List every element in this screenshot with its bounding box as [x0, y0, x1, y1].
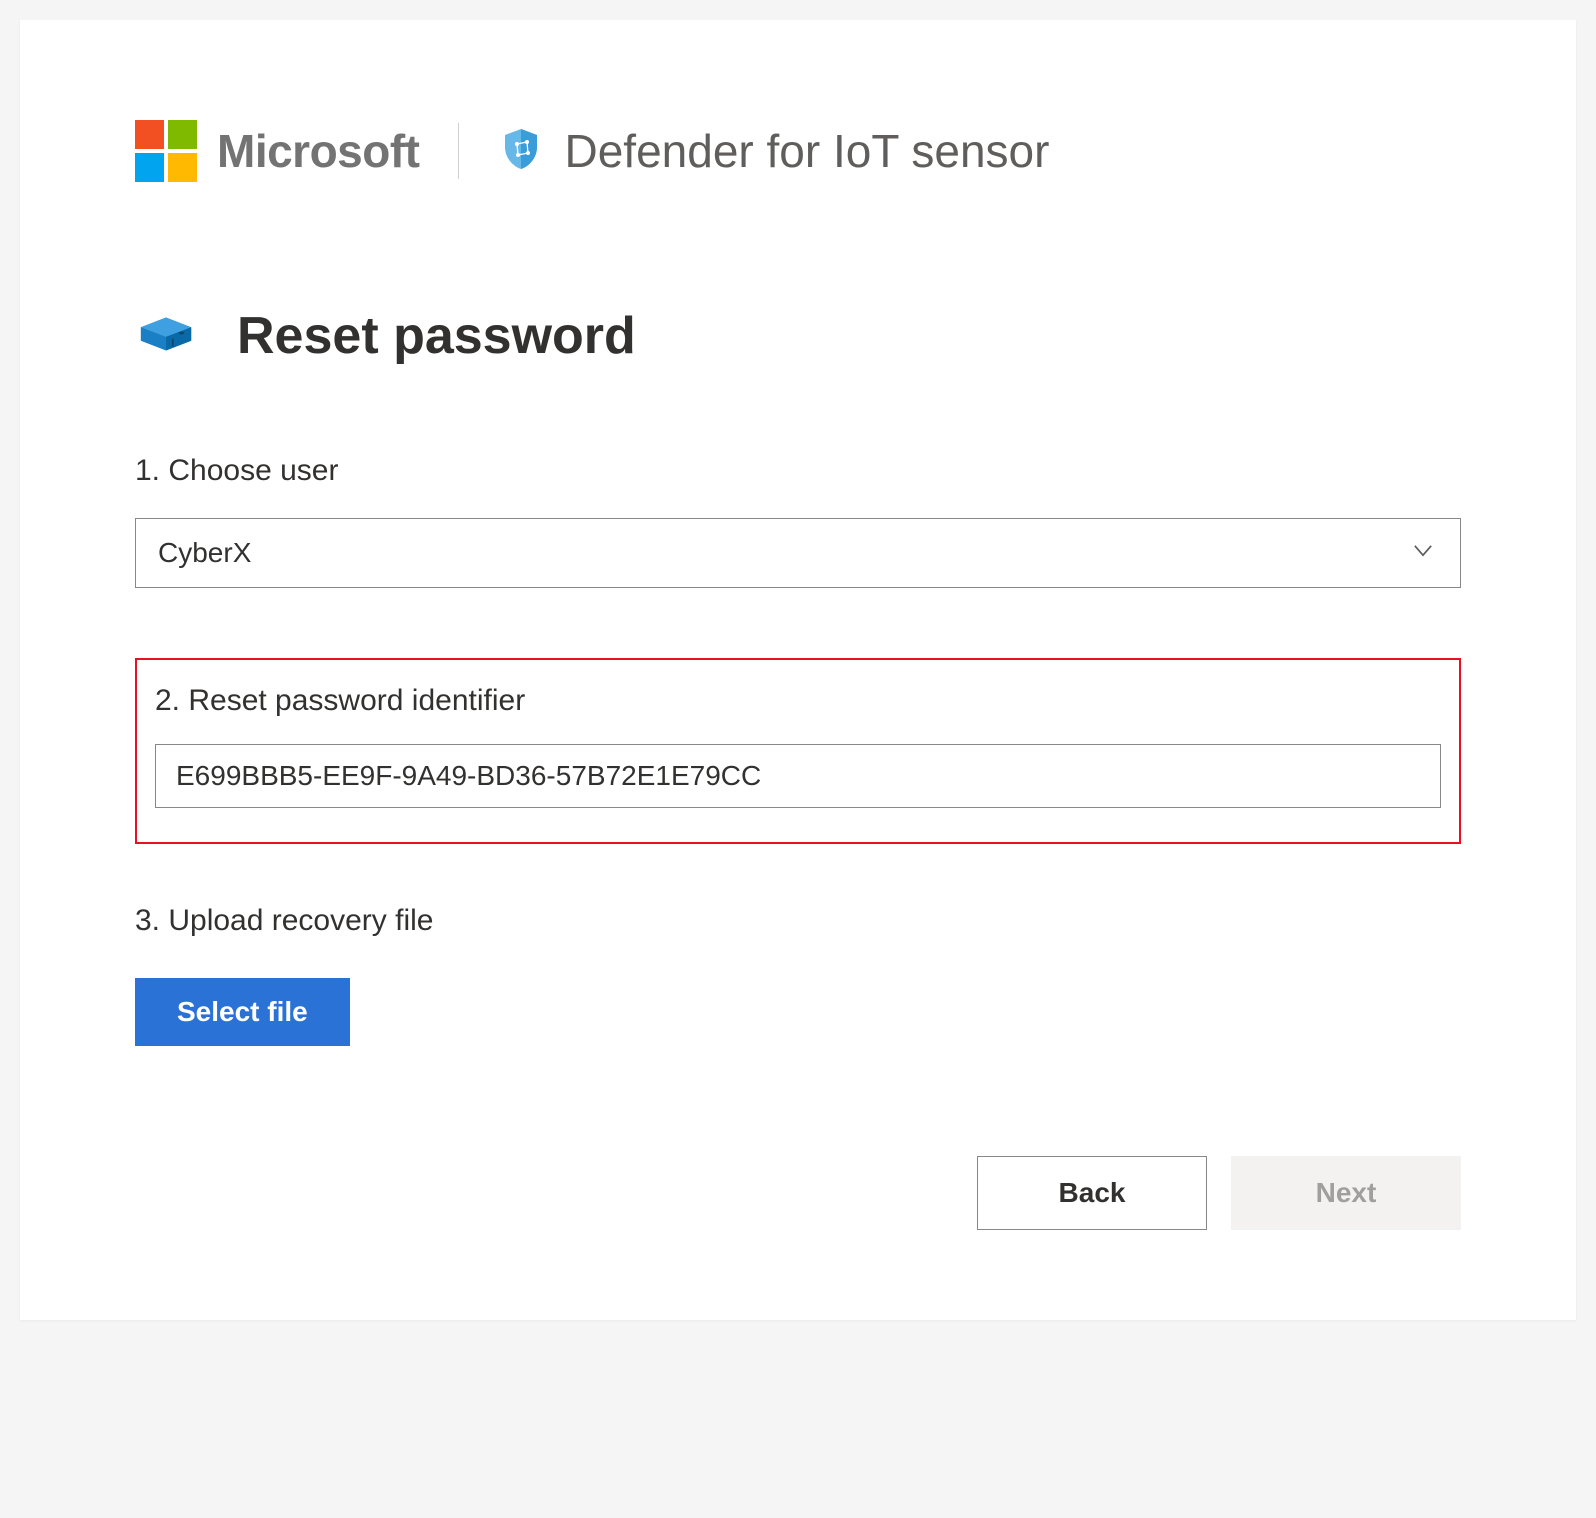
header-divider — [458, 123, 459, 179]
shield-icon — [497, 125, 545, 178]
back-button[interactable]: Back — [977, 1156, 1207, 1230]
sensor-device-icon — [135, 302, 197, 369]
page-title: Reset password — [237, 306, 636, 366]
reset-identifier-input[interactable] — [155, 744, 1441, 808]
product-name: Defender for IoT sensor — [565, 124, 1050, 178]
reset-password-card: Microsoft Defender for IoT sensor — [20, 20, 1576, 1320]
step-1: 1. Choose user CyberX — [135, 454, 1461, 588]
step-3: 3. Upload recovery file Select file — [135, 904, 1461, 1046]
header: Microsoft Defender for IoT sensor — [135, 120, 1461, 182]
footer-buttons: Back Next — [135, 1156, 1461, 1230]
select-file-button[interactable]: Select file — [135, 978, 350, 1046]
step-3-label: 3. Upload recovery file — [135, 904, 1461, 938]
microsoft-logo-icon — [135, 120, 197, 182]
title-row: Reset password — [135, 302, 1461, 369]
user-select[interactable]: CyberX — [135, 518, 1461, 588]
step-1-label: 1. Choose user — [135, 454, 1461, 488]
step-2-label: 2. Reset password identifier — [155, 684, 1441, 718]
company-name: Microsoft — [217, 124, 420, 178]
user-select-value: CyberX — [135, 518, 1461, 588]
next-button: Next — [1231, 1156, 1461, 1230]
step-2-highlight: 2. Reset password identifier — [135, 658, 1461, 844]
